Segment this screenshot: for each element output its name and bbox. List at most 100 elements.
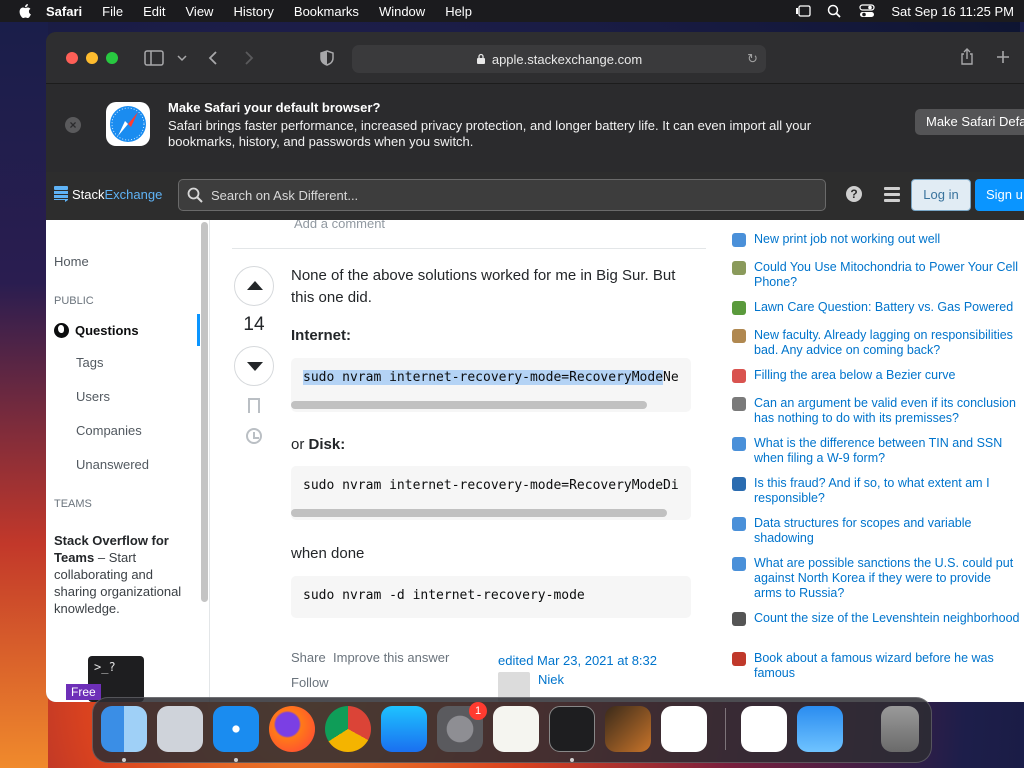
privacy-shield-icon[interactable] [320, 50, 334, 66]
login-button[interactable]: Log in [911, 179, 971, 211]
stage-manager-icon[interactable] [795, 4, 812, 18]
hot-question-item[interactable]: New print job not working out well [732, 232, 1022, 247]
site-icon [732, 652, 746, 666]
nav-unanswered[interactable]: Unanswered [76, 457, 149, 472]
reload-icon[interactable]: ↻ [747, 51, 758, 67]
menu-app-name[interactable]: Safari [46, 4, 82, 19]
hot-question-item[interactable]: Lawn Care Question: Battery vs. Gas Powe… [732, 300, 1022, 315]
hot-question-item[interactable]: Is this fraud? And if so, to what extent… [732, 476, 1022, 506]
make-default-button[interactable]: Make Safari Defa [915, 109, 1024, 135]
hot-question-title[interactable]: Can an argument be valid even if its con… [754, 396, 1022, 426]
add-comment-link[interactable]: Add a comment [294, 220, 385, 231]
downvote-button[interactable] [234, 346, 274, 386]
back-icon[interactable] [208, 50, 218, 66]
hot-question-title[interactable]: Count the size of the Levenshtein neighb… [754, 611, 1019, 626]
menu-help[interactable]: Help [445, 4, 472, 19]
hot-question-item[interactable]: Data structures for scopes and variable … [732, 516, 1022, 546]
menu-view[interactable]: View [186, 4, 214, 19]
hot-question-item[interactable]: What is the difference between TIN and S… [732, 436, 1022, 466]
user-name-link[interactable]: Niek [538, 672, 564, 687]
finder-icon[interactable] [101, 706, 147, 752]
app-store-icon[interactable] [381, 706, 427, 752]
minimize-window-button[interactable] [86, 52, 98, 64]
safari-icon[interactable] [213, 706, 259, 752]
hot-question-title[interactable]: Is this fraud? And if so, to what extent… [754, 476, 1022, 506]
when-done-text: when done [291, 545, 365, 562]
site-search-input[interactable]: Search on Ask Different... [178, 179, 826, 211]
bookmark-icon[interactable] [248, 398, 260, 413]
vscode-icon[interactable] [661, 706, 707, 752]
close-banner-icon[interactable]: × [65, 117, 81, 133]
close-window-button[interactable] [66, 52, 78, 64]
trash-icon[interactable] [881, 706, 919, 752]
site-icon [732, 261, 746, 275]
hot-question-title[interactable]: Book about a famous wizard before he was… [754, 651, 1022, 681]
code-block-done[interactable]: sudo nvram -d internet-recovery-mode [291, 576, 691, 618]
hot-question-title[interactable]: New print job not working out well [754, 232, 940, 247]
site-icon [732, 233, 746, 247]
hot-question-item[interactable]: Count the size of the Levenshtein neighb… [732, 611, 1022, 626]
firefox-icon[interactable] [269, 706, 315, 752]
hot-question-title[interactable]: New faculty. Already lagging on responsi… [754, 328, 1022, 358]
hot-question-title[interactable]: Filling the area below a Bezier curve [754, 368, 956, 383]
control-center-icon[interactable] [859, 4, 875, 18]
nav-home[interactable]: Home [54, 254, 89, 269]
apple-icon[interactable] [18, 4, 32, 18]
hot-question-item[interactable]: What are possible sanctions the U.S. cou… [732, 556, 1022, 601]
hot-question-title[interactable]: Could You Use Mitochondria to Power Your… [754, 260, 1022, 290]
nav-questions[interactable]: Questions [46, 314, 200, 346]
hot-question-item[interactable]: Filling the area below a Bezier curve [732, 368, 1022, 383]
code-block-disk[interactable]: sudo nvram internet-recovery-mode=Recove… [291, 466, 691, 520]
teams-promo[interactable]: Stack Overflow for Teams – Start collabo… [54, 532, 196, 617]
history-icon[interactable] [246, 428, 262, 444]
stackexchange-logo[interactable]: StackExchange [54, 186, 162, 202]
follow-link[interactable]: Follow [291, 675, 329, 690]
address-bar[interactable]: apple.stackexchange.com ↻ [352, 45, 766, 73]
site-switcher-icon[interactable] [884, 187, 900, 205]
chrome-icon[interactable] [325, 706, 371, 752]
code-scrollbar[interactable] [291, 509, 667, 517]
help-icon[interactable]: ? [846, 186, 862, 202]
garageband-icon[interactable] [605, 706, 651, 752]
chevron-down-icon[interactable] [177, 54, 187, 62]
forward-icon[interactable] [244, 50, 254, 66]
signup-button[interactable]: Sign u [975, 179, 1024, 211]
code-scrollbar[interactable] [291, 401, 647, 409]
hot-question-item[interactable]: Can an argument be valid even if its con… [732, 396, 1022, 426]
fullscreen-window-button[interactable] [106, 52, 118, 64]
hot-question-item[interactable]: Could You Use Mitochondria to Power Your… [732, 260, 1022, 290]
nav-users[interactable]: Users [76, 389, 110, 404]
menu-history[interactable]: History [233, 4, 273, 19]
sidebar-toggle-icon[interactable] [144, 50, 164, 66]
sidebar-scrollbar-thumb[interactable] [201, 222, 208, 602]
logo-text-stack: Stack [72, 186, 105, 202]
banner-title: Make Safari your default browser? [168, 100, 381, 115]
menu-bookmarks[interactable]: Bookmarks [294, 4, 359, 19]
new-tab-icon[interactable] [996, 50, 1010, 64]
textedit-icon[interactable] [493, 706, 539, 752]
weather-icon[interactable] [797, 706, 843, 752]
nav-tags[interactable]: Tags [76, 355, 103, 370]
visual-studio-icon[interactable] [741, 706, 787, 752]
hot-question-title[interactable]: What is the difference between TIN and S… [754, 436, 1022, 466]
site-icon [732, 329, 746, 343]
menu-file[interactable]: File [102, 4, 123, 19]
share-icon[interactable] [960, 48, 974, 66]
launchpad-icon[interactable] [157, 706, 203, 752]
hot-question-item[interactable]: New faculty. Already lagging on responsi… [732, 328, 1022, 358]
improve-answer-link[interactable]: Improve this answer [333, 650, 449, 665]
hot-question-item[interactable]: Book about a famous wizard before he was… [732, 651, 1022, 681]
menu-edit[interactable]: Edit [143, 4, 165, 19]
terminal-icon[interactable] [549, 706, 595, 752]
code-block-internet[interactable]: sudo nvram internet-recovery-mode=Recove… [291, 358, 691, 412]
menu-window[interactable]: Window [379, 4, 425, 19]
hot-question-title[interactable]: Data structures for scopes and variable … [754, 516, 1022, 546]
share-link[interactable]: Share [291, 650, 326, 665]
upvote-button[interactable] [234, 266, 274, 306]
hot-question-title[interactable]: What are possible sanctions the U.S. cou… [754, 556, 1022, 601]
menubar-clock[interactable]: Sat Sep 16 11:25 PM [891, 4, 1014, 19]
spotlight-search-icon[interactable] [827, 4, 843, 18]
nav-companies[interactable]: Companies [76, 423, 142, 438]
hot-question-title[interactable]: Lawn Care Question: Battery vs. Gas Powe… [754, 300, 1013, 315]
edited-link[interactable]: edited Mar 23, 2021 at 8:32 [498, 653, 657, 668]
